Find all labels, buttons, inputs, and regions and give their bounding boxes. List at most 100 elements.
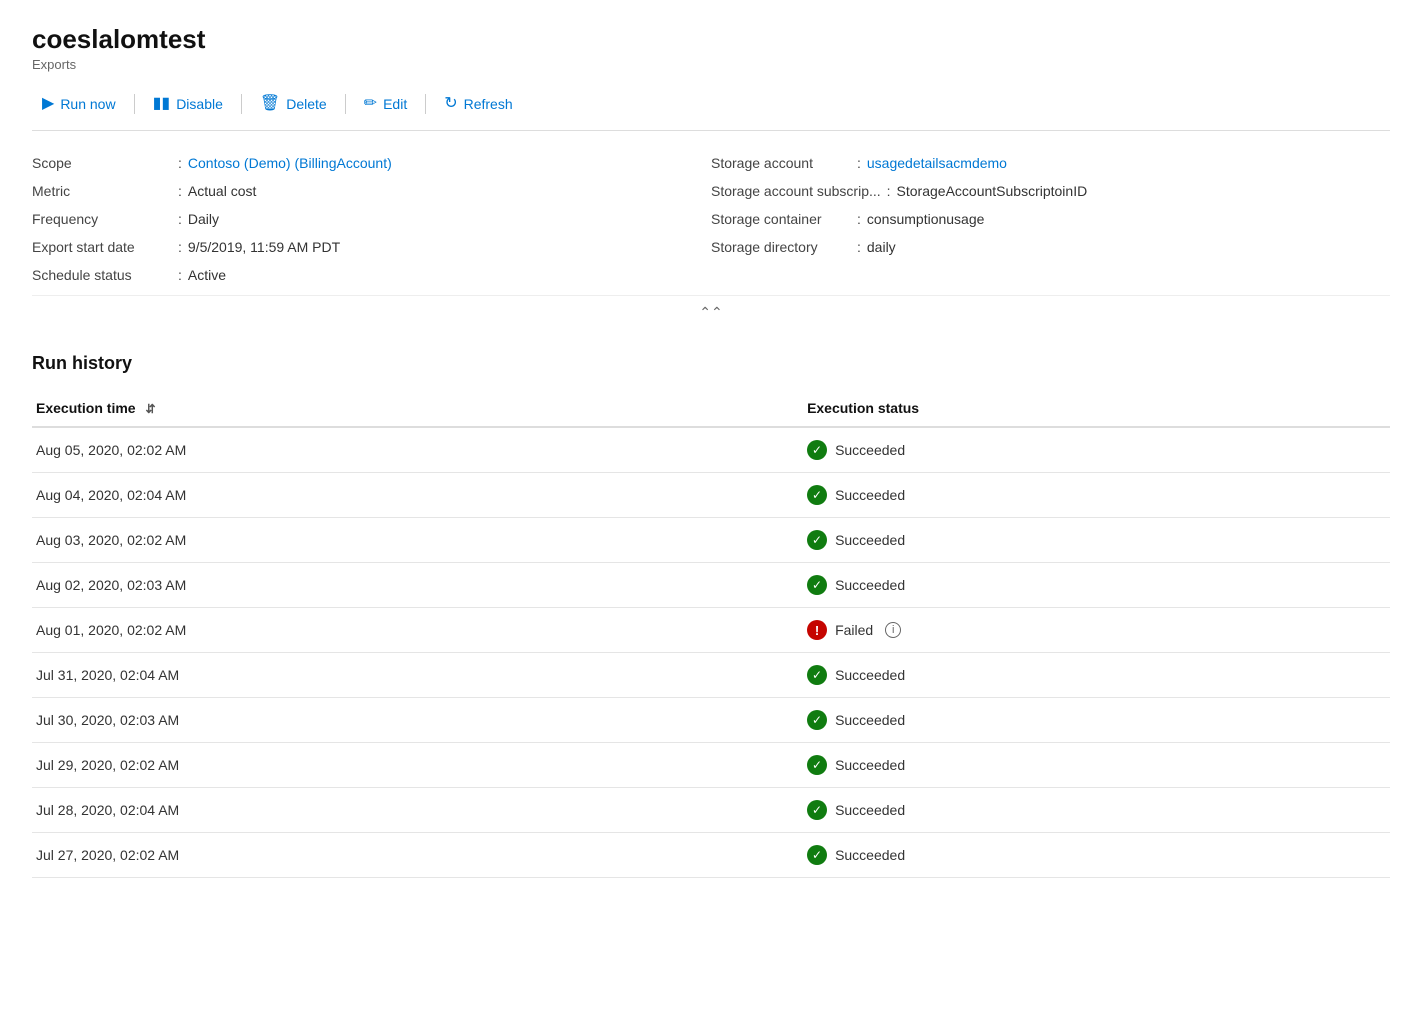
run-now-button[interactable]: ▶ Run now	[32, 90, 126, 118]
detail-label: Metric	[32, 183, 172, 199]
col-execution-time[interactable]: Execution time ⇵	[32, 390, 807, 427]
detail-row: Storage directory : daily	[711, 239, 1390, 255]
detail-separator: :	[857, 155, 861, 171]
execution-status-cell: ✓Succeeded	[807, 563, 1390, 608]
detail-label: Storage container	[711, 211, 851, 227]
detail-value: daily	[867, 239, 896, 255]
status-cell: ✓Succeeded	[807, 440, 1374, 460]
detail-value: Actual cost	[188, 183, 256, 199]
detail-label: Scope	[32, 155, 172, 171]
detail-value: StorageAccountSubscriptoinID	[897, 183, 1088, 199]
table-row: Jul 28, 2020, 02:04 AM✓ Succeeded	[32, 788, 1390, 833]
detail-separator: :	[178, 267, 182, 283]
detail-value: Active	[188, 267, 226, 283]
run-history-title: Run history	[32, 353, 1390, 374]
detail-row: Storage account subscrip... : StorageAcc…	[711, 183, 1390, 199]
detail-row: Scope : Contoso (Demo) (BillingAccount)	[32, 155, 711, 171]
table-row: Aug 01, 2020, 02:02 AM!Failedi	[32, 608, 1390, 653]
execution-time-cell: Aug 02, 2020, 02:03 AM	[32, 563, 807, 608]
disable-button[interactable]: ▮▮ Disable	[143, 90, 233, 118]
detail-label: Storage account subscrip...	[711, 183, 881, 199]
status-cell: ✓ Succeeded	[807, 800, 1374, 820]
status-cell: ✓ Succeeded	[807, 530, 1374, 550]
execution-status-cell: ✓Succeeded	[807, 473, 1390, 518]
status-text: Succeeded	[835, 532, 905, 548]
execution-time-cell: Jul 31, 2020, 02:04 AM	[32, 653, 807, 698]
execution-time-cell: Jul 29, 2020, 02:02 AM	[32, 743, 807, 788]
execution-time-cell: Aug 04, 2020, 02:04 AM	[32, 473, 807, 518]
table-row: Jul 27, 2020, 02:02 AM✓Succeeded	[32, 833, 1390, 878]
delete-button[interactable]: 🗑 Delete	[250, 90, 337, 118]
detail-row: Export start date : 9/5/2019, 11:59 AM P…	[32, 239, 711, 255]
failed-icon: !	[807, 620, 827, 640]
edit-button[interactable]: ✏ Edit	[354, 90, 418, 118]
refresh-button[interactable]: ↻ Refresh	[434, 90, 522, 118]
success-icon: ✓	[807, 710, 827, 730]
execution-time-cell: Aug 03, 2020, 02:02 AM	[32, 518, 807, 563]
execution-status-cell: ✓Succeeded	[807, 743, 1390, 788]
col-execution-status: Execution status	[807, 390, 1390, 427]
refresh-icon: ↻	[444, 96, 457, 112]
status-text: Succeeded	[835, 757, 905, 773]
status-text: Succeeded	[835, 802, 905, 818]
status-text: Succeeded	[835, 487, 905, 503]
disable-icon: ▮▮	[153, 96, 171, 112]
status-cell: ✓Succeeded	[807, 575, 1374, 595]
execution-time-cell: Jul 28, 2020, 02:04 AM	[32, 788, 807, 833]
status-cell: ✓ Succeeded	[807, 845, 1374, 865]
collapse-icon: ⌃⌃	[699, 304, 722, 321]
table-row: Aug 02, 2020, 02:03 AM✓Succeeded	[32, 563, 1390, 608]
run-now-icon: ▶	[42, 96, 54, 112]
detail-value[interactable]: usagedetailsacmdemo	[867, 155, 1007, 171]
detail-row: Storage container : consumptionusage	[711, 211, 1390, 227]
execution-status-cell: ✓ Succeeded	[807, 833, 1390, 878]
delete-icon: 🗑	[260, 96, 280, 112]
status-cell: ! Failedi	[807, 620, 1374, 640]
details-right: Storage account : usagedetailsacmdemo Sto…	[711, 151, 1390, 287]
execution-status-cell: ! Failedi	[807, 608, 1390, 653]
success-icon: ✓	[807, 575, 827, 595]
page-subtitle: Exports	[32, 57, 1390, 72]
success-icon: ✓	[807, 800, 827, 820]
detail-separator: :	[887, 183, 891, 199]
execution-status-cell: ✓ Succeeded	[807, 653, 1390, 698]
status-cell: ✓Succeeded	[807, 755, 1374, 775]
detail-row: Schedule status : Active	[32, 267, 711, 283]
status-cell: ✓ Succeeded	[807, 665, 1374, 685]
status-text: Succeeded	[835, 442, 905, 458]
execution-time-cell: Aug 05, 2020, 02:02 AM	[32, 427, 807, 473]
detail-label: Storage account	[711, 155, 851, 171]
detail-separator: :	[178, 239, 182, 255]
status-text: Failed	[835, 622, 873, 638]
detail-value[interactable]: Contoso (Demo) (BillingAccount)	[188, 155, 392, 171]
detail-value: consumptionusage	[867, 211, 985, 227]
detail-value: Daily	[188, 211, 219, 227]
detail-separator: :	[178, 211, 182, 227]
status-text: Succeeded	[835, 847, 905, 863]
table-row: Jul 29, 2020, 02:02 AM✓Succeeded	[32, 743, 1390, 788]
detail-separator: :	[178, 183, 182, 199]
toolbar-separator-2	[241, 94, 242, 114]
table-row: Aug 03, 2020, 02:02 AM✓ Succeeded	[32, 518, 1390, 563]
toolbar-separator-3	[345, 94, 346, 114]
execution-status-cell: ✓Succeeded	[807, 427, 1390, 473]
edit-icon: ✏	[364, 96, 377, 112]
status-text: Succeeded	[835, 712, 905, 728]
info-icon[interactable]: i	[885, 622, 901, 638]
details-grid: Scope : Contoso (Demo) (BillingAccount) M…	[32, 151, 1390, 287]
toolbar-separator-1	[134, 94, 135, 114]
success-icon: ✓	[807, 665, 827, 685]
status-text: Succeeded	[835, 667, 905, 683]
success-icon: ✓	[807, 845, 827, 865]
detail-label: Export start date	[32, 239, 172, 255]
execution-status-cell: ✓ Succeeded	[807, 518, 1390, 563]
page-title: coeslalomtest	[32, 24, 1390, 55]
execution-status-cell: ✓ Succeeded	[807, 788, 1390, 833]
details-left: Scope : Contoso (Demo) (BillingAccount) M…	[32, 151, 711, 287]
execution-time-cell: Jul 30, 2020, 02:03 AM	[32, 698, 807, 743]
success-icon: ✓	[807, 530, 827, 550]
collapse-bar[interactable]: ⌃⌃	[32, 295, 1390, 329]
detail-separator: :	[857, 211, 861, 227]
status-cell: ✓Succeeded	[807, 485, 1374, 505]
detail-label: Storage directory	[711, 239, 851, 255]
